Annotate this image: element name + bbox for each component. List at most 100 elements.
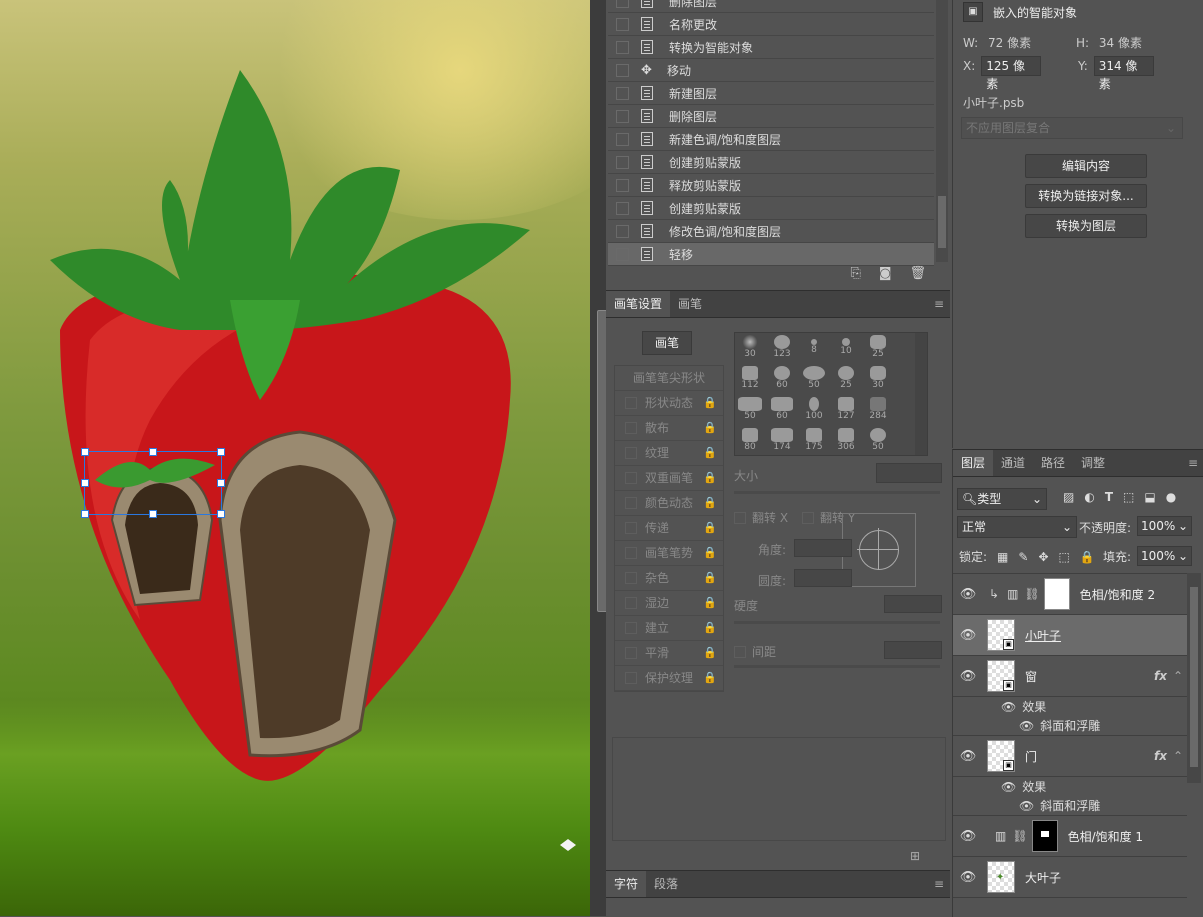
edit-contents-button[interactable]: 编辑内容	[1025, 154, 1147, 178]
brush-preset[interactable]: 175	[799, 426, 829, 455]
history-item[interactable]: 修改色调/饱和度图层	[608, 220, 934, 243]
panel-menu-icon[interactable]: ≡	[928, 871, 950, 897]
layer-filter-select[interactable]: 🔍︎类型 ⌄	[957, 488, 1047, 510]
brush-preset[interactable]: 127	[831, 395, 861, 426]
transform-handle[interactable]	[81, 479, 89, 487]
snapshot-checkbox[interactable]	[616, 247, 629, 261]
brush-preset[interactable]: 306	[831, 426, 861, 455]
convert-to-linked-button[interactable]: 转换为链接对象...	[1025, 184, 1147, 208]
option-checkbox[interactable]	[625, 647, 637, 659]
lock-icon[interactable]: 🔒	[703, 441, 717, 465]
shape-filter-icon[interactable]: ⬚	[1123, 490, 1134, 504]
flip-y-checkbox[interactable]	[802, 511, 815, 524]
new-brush-icon[interactable]: ⊞	[910, 849, 920, 863]
effects-row[interactable]: 👁︎ 效果	[953, 697, 1187, 716]
history-item-selected[interactable]: 轻移	[608, 243, 934, 266]
brush-preset[interactable]: 30	[735, 333, 765, 364]
fx-icon[interactable]: fx	[1154, 669, 1167, 683]
collapse-arrow-icon[interactable]: ⌃	[1173, 669, 1183, 683]
lock-position-icon[interactable]: ✥	[1038, 550, 1048, 564]
snapshot-checkbox[interactable]	[616, 63, 629, 77]
eye-icon[interactable]: 👁︎	[953, 749, 983, 764]
brush-preset[interactable]: 112	[735, 364, 765, 395]
lock-all-icon[interactable]: 🔒	[1080, 550, 1095, 564]
tab-paragraph[interactable]: 段落	[646, 871, 686, 897]
document-canvas[interactable]	[0, 0, 590, 916]
smart-object-filter-icon[interactable]: ⬓	[1144, 490, 1155, 504]
camera-icon[interactable]: ◙	[879, 266, 892, 281]
eye-icon[interactable]: 👁︎	[953, 628, 983, 643]
brush-preset[interactable]: 80	[735, 426, 765, 455]
history-list[interactable]: 删除图层 名称更改 转换为智能对象 ✥ 移动 新建图层 删除图层 新建色调/饱和度…	[608, 0, 934, 266]
history-item[interactable]: ✥ 移动	[608, 59, 934, 82]
canvas-scrollbar[interactable]	[590, 0, 609, 916]
transform-bounding-box[interactable]	[84, 451, 222, 515]
hardness-slider[interactable]	[734, 621, 940, 624]
brush-preset[interactable]: 10	[831, 333, 861, 364]
snapshot-checkbox[interactable]	[616, 155, 629, 169]
snapshot-checkbox[interactable]	[616, 201, 629, 215]
lock-icon[interactable]: 🔒	[703, 616, 717, 640]
option-checkbox[interactable]	[625, 672, 637, 684]
lock-transparent-icon[interactable]: ▦	[997, 550, 1008, 564]
scrollbar-thumb[interactable]	[938, 196, 946, 248]
filter-toggle-icon[interactable]: ●	[1166, 490, 1176, 504]
fx-icon[interactable]: fx	[1154, 749, 1167, 763]
brush-preset[interactable]: 284	[863, 395, 893, 426]
tab-adjustments[interactable]: 调整	[1073, 450, 1113, 476]
link-icon[interactable]: ⛓	[1012, 829, 1027, 843]
fill-field[interactable]: 100% ⌄	[1137, 546, 1192, 566]
link-icon[interactable]: ⛓	[1024, 587, 1039, 601]
eye-icon[interactable]: 👁︎	[953, 870, 983, 885]
brush-preset[interactable]: 8	[799, 333, 829, 364]
history-item[interactable]: 创建剪贴蒙版	[608, 197, 934, 220]
lock-image-icon[interactable]: ✎	[1018, 550, 1028, 564]
option-checkbox[interactable]	[625, 422, 637, 434]
brush-option-item[interactable]: 湿边 🔒	[615, 591, 723, 616]
option-checkbox[interactable]	[625, 572, 637, 584]
brush-option-item[interactable]: 双重画笔 🔒	[615, 466, 723, 491]
layer-row[interactable]: 👁︎ ↳ ▥ ⛓ 色相/饱和度 2	[953, 574, 1187, 615]
history-item[interactable]: 名称更改	[608, 13, 934, 36]
x-position-field[interactable]: 125 像素	[981, 56, 1042, 91]
option-checkbox[interactable]	[625, 397, 637, 409]
lock-icon[interactable]: 🔒	[703, 416, 717, 440]
history-item[interactable]: 新建色调/饱和度图层	[608, 128, 934, 151]
brush-preset[interactable]: 60	[767, 395, 797, 426]
history-item[interactable]: 转换为智能对象	[608, 36, 934, 59]
hardness-field[interactable]	[884, 595, 942, 613]
layer-row[interactable]: 👁︎ ▣ 门 fx ⌃	[953, 736, 1187, 777]
convert-to-layers-button[interactable]: 转换为图层	[1025, 214, 1147, 238]
brush-preset[interactable]: 100	[799, 395, 829, 426]
angle-field[interactable]	[794, 539, 852, 557]
brush-preset[interactable]: 60	[767, 364, 797, 395]
tab-brush-settings[interactable]: 画笔设置	[606, 291, 671, 317]
eye-icon[interactable]: 👁︎	[1001, 700, 1016, 714]
brush-option-item[interactable]: 传递 🔒	[615, 516, 723, 541]
roundness-field[interactable]	[794, 569, 852, 587]
brush-option-item[interactable]: 保护纹理 🔒	[615, 666, 723, 691]
brush-option-item[interactable]: 颜色动态 🔒	[615, 491, 723, 516]
brush-preset[interactable]: 30	[863, 364, 893, 395]
tab-channels[interactable]: 通道	[993, 450, 1033, 476]
lock-artboard-icon[interactable]: ⬚	[1059, 550, 1070, 564]
brush-preset[interactable]: 25	[831, 364, 861, 395]
option-checkbox[interactable]	[625, 597, 637, 609]
lock-icon[interactable]: 🔒	[703, 641, 717, 665]
snapshot-checkbox[interactable]	[616, 0, 629, 8]
spacing-field[interactable]	[884, 641, 942, 659]
option-checkbox[interactable]	[625, 497, 637, 509]
eye-icon[interactable]: 👁︎	[953, 669, 983, 684]
opacity-field[interactable]: 100% ⌄	[1137, 516, 1192, 536]
history-item[interactable]: 创建剪贴蒙版	[608, 151, 934, 174]
type-filter-icon[interactable]: T	[1105, 490, 1113, 504]
spacing-slider[interactable]	[734, 665, 940, 668]
lock-icon[interactable]: 🔒	[703, 566, 717, 590]
snapshot-checkbox[interactable]	[616, 178, 629, 192]
effects-row[interactable]: 👁︎ 效果	[953, 777, 1187, 796]
tab-paths[interactable]: 路径	[1033, 450, 1073, 476]
history-scrollbar[interactable]	[936, 0, 948, 262]
layer-row-selected[interactable]: 👁︎ ▣ 小叶子	[953, 615, 1187, 656]
layers-scrollbar[interactable]	[1187, 573, 1201, 783]
brush-preset[interactable]: 25	[863, 333, 893, 364]
